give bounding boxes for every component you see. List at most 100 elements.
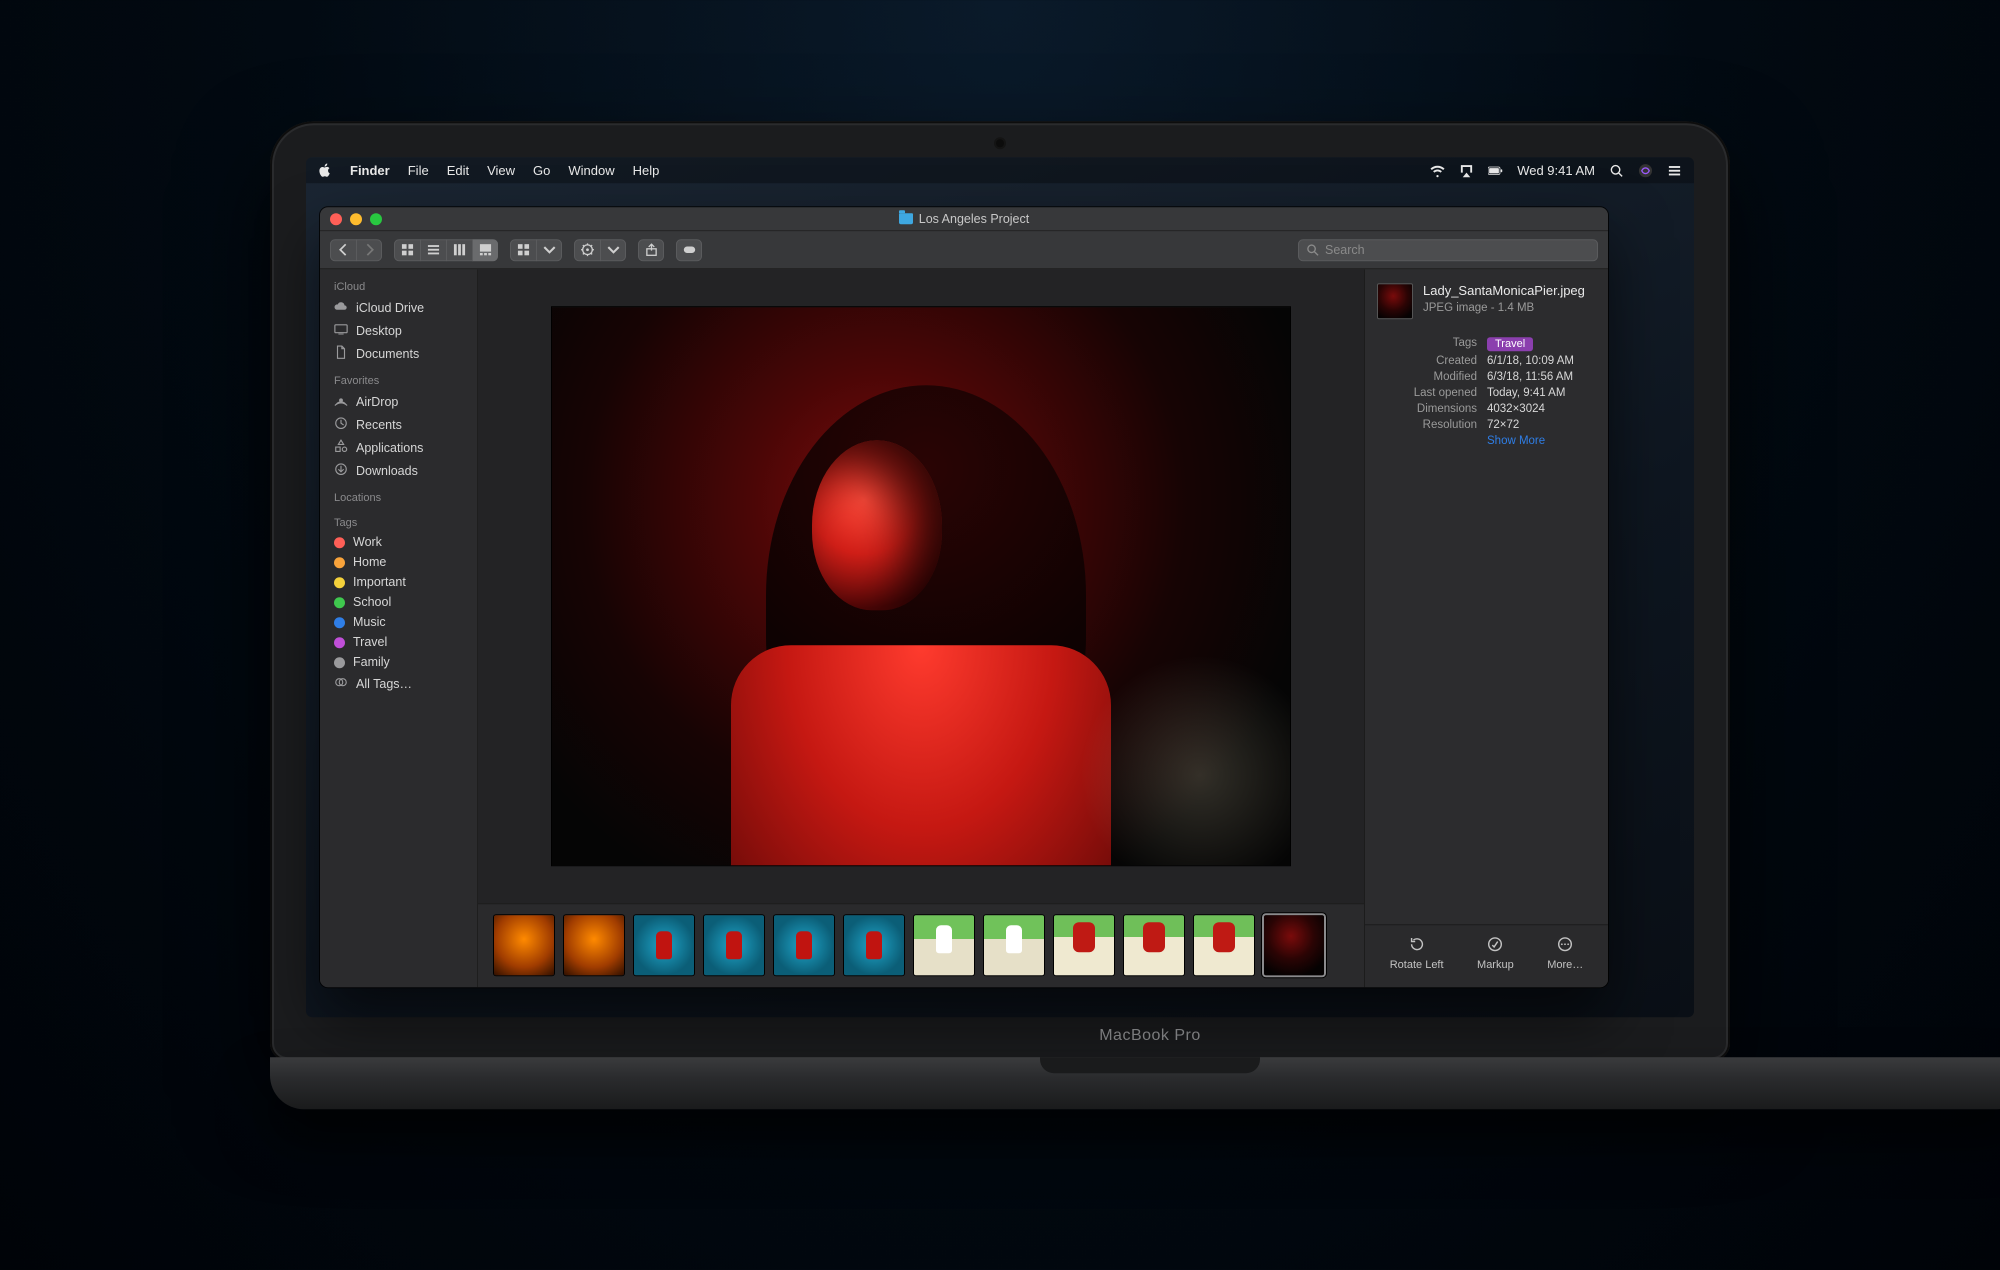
- more-action[interactable]: More…: [1547, 935, 1583, 971]
- sidebar-item-travel[interactable]: Travel: [330, 632, 477, 652]
- sidebar-item-work[interactable]: Work: [330, 532, 477, 552]
- meta-row-modified: Modified6/3/18, 11:56 AM: [1377, 369, 1596, 385]
- sidebar-heading: Tags: [330, 513, 477, 532]
- thumbnail-4[interactable]: [704, 915, 764, 975]
- meta-label: Created: [1377, 355, 1477, 367]
- sidebar-item-label: Downloads: [356, 464, 418, 478]
- meta-row-dimensions: Dimensions4032×3024: [1377, 401, 1596, 417]
- menubar-app-name[interactable]: Finder: [350, 163, 390, 178]
- sidebar-item-desktop[interactable]: Desktop: [330, 319, 477, 342]
- edit-tags-button[interactable]: [676, 239, 702, 261]
- tag-color-dot: [334, 637, 345, 648]
- thumbnail-8[interactable]: [984, 915, 1044, 975]
- camera: [996, 139, 1004, 147]
- group-by-button[interactable]: [510, 239, 536, 261]
- laptop-model-label: MacBook Pro: [1099, 1027, 1201, 1045]
- desktop-icon: [334, 322, 348, 339]
- sidebar-item-documents[interactable]: Documents: [330, 342, 477, 365]
- window-titlebar[interactable]: Los Angeles Project: [320, 207, 1608, 231]
- tag-pill[interactable]: Travel: [1487, 337, 1533, 351]
- info-subtitle: JPEG image - 1.4 MB: [1423, 302, 1585, 314]
- sidebar-item-important[interactable]: Important: [330, 572, 477, 592]
- thumbnail-7[interactable]: [914, 915, 974, 975]
- gallery-filmstrip[interactable]: [478, 903, 1364, 987]
- menu-view[interactable]: View: [487, 163, 515, 178]
- thumbnail-10[interactable]: [1124, 915, 1184, 975]
- sidebar-item-school[interactable]: School: [330, 592, 477, 612]
- markup-label: Markup: [1477, 959, 1514, 971]
- view-icons-button[interactable]: [394, 239, 420, 261]
- menu-file[interactable]: File: [408, 163, 429, 178]
- search-input[interactable]: [1325, 243, 1590, 257]
- view-gallery-button[interactable]: [472, 239, 498, 261]
- minimize-button[interactable]: [350, 213, 362, 225]
- thumbnail-11[interactable]: [1194, 915, 1254, 975]
- tag-color-dot: [334, 537, 345, 548]
- content-area: [478, 269, 1364, 987]
- finder-sidebar: iCloudiCloud DriveDesktopDocumentsFavori…: [320, 269, 478, 987]
- show-more-link[interactable]: Show More: [1487, 435, 1545, 447]
- sidebar-item-label: Music: [353, 615, 386, 629]
- meta-row-created: Created6/1/18, 10:09 AM: [1377, 353, 1596, 369]
- close-button[interactable]: [330, 213, 342, 225]
- rotate-left-action[interactable]: Rotate Left: [1390, 935, 1444, 971]
- battery-icon[interactable]: [1488, 163, 1503, 178]
- sidebar-item-music[interactable]: Music: [330, 612, 477, 632]
- action-menu-dropdown[interactable]: [600, 239, 626, 261]
- sidebar-item-label: All Tags…: [356, 677, 412, 691]
- preview-image[interactable]: [551, 306, 1291, 866]
- markup-action[interactable]: Markup: [1477, 935, 1514, 971]
- menu-window[interactable]: Window: [568, 163, 614, 178]
- group-by-dropdown[interactable]: [536, 239, 562, 261]
- laptop-base: MacBook Pro: [270, 1057, 2000, 1109]
- sidebar-item-downloads[interactable]: Downloads: [330, 459, 477, 482]
- sidebar-item-label: Travel: [353, 635, 387, 649]
- sidebar-item-label: Documents: [356, 347, 419, 361]
- nav-back-button[interactable]: [330, 239, 356, 261]
- fullscreen-button[interactable]: [370, 213, 382, 225]
- view-list-button[interactable]: [420, 239, 446, 261]
- airdrop-icon: [334, 393, 348, 410]
- search-field[interactable]: [1298, 239, 1598, 261]
- menubar-clock[interactable]: Wed 9:41 AM: [1517, 163, 1595, 178]
- meta-value: Today, 9:41 AM: [1487, 387, 1565, 399]
- apple-menu-icon[interactable]: [318, 163, 332, 177]
- menu-help[interactable]: Help: [633, 163, 660, 178]
- wifi-icon[interactable]: [1430, 163, 1445, 178]
- sidebar-item-home[interactable]: Home: [330, 552, 477, 572]
- sidebar-item-all-tags-[interactable]: All Tags…: [330, 672, 477, 695]
- thumbnail-6[interactable]: [844, 915, 904, 975]
- airplay-icon[interactable]: [1459, 163, 1474, 178]
- thumbnail-2[interactable]: [564, 915, 624, 975]
- spotlight-icon[interactable]: [1609, 163, 1624, 178]
- share-button[interactable]: [638, 239, 664, 261]
- sidebar-item-recents[interactable]: Recents: [330, 413, 477, 436]
- action-menu-button[interactable]: [574, 239, 600, 261]
- sidebar-item-airdrop[interactable]: AirDrop: [330, 390, 477, 413]
- quick-actions: Rotate Left Markup More…: [1365, 924, 1608, 987]
- sidebar-item-label: AirDrop: [356, 395, 398, 409]
- sidebar-item-label: iCloud Drive: [356, 301, 424, 315]
- menu-go[interactable]: Go: [533, 163, 550, 178]
- group-by-segment: [510, 239, 562, 261]
- thumbnail-12[interactable]: [1264, 915, 1324, 975]
- rotate-left-label: Rotate Left: [1390, 959, 1444, 971]
- alltags-icon: [334, 675, 348, 692]
- notification-center-icon[interactable]: [1667, 163, 1682, 178]
- window-body: iCloudiCloud DriveDesktopDocumentsFavori…: [320, 269, 1608, 987]
- finder-toolbar: [320, 231, 1608, 269]
- siri-icon[interactable]: [1638, 163, 1653, 178]
- sidebar-item-family[interactable]: Family: [330, 652, 477, 672]
- macos-menubar: Finder File Edit View Go Window Help Wed…: [306, 157, 1694, 183]
- view-columns-button[interactable]: [446, 239, 472, 261]
- tag-color-dot: [334, 657, 345, 668]
- menu-edit[interactable]: Edit: [447, 163, 469, 178]
- thumbnail-1[interactable]: [494, 915, 554, 975]
- laptop-frame: Finder File Edit View Go Window Help Wed…: [270, 121, 1730, 1109]
- thumbnail-3[interactable]: [634, 915, 694, 975]
- sidebar-item-icloud-drive[interactable]: iCloud Drive: [330, 296, 477, 319]
- sidebar-item-applications[interactable]: Applications: [330, 436, 477, 459]
- meta-label: Tags: [1377, 337, 1477, 351]
- thumbnail-5[interactable]: [774, 915, 834, 975]
- thumbnail-9[interactable]: [1054, 915, 1114, 975]
